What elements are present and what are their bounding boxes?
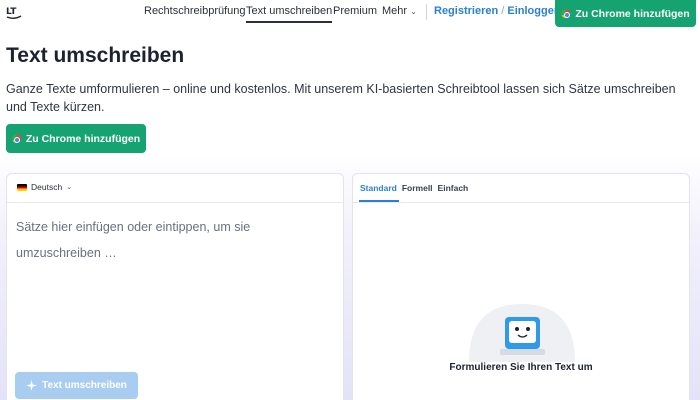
top-navigation: LT Rechtschreibprüfung Text umschreiben … — [0, 0, 700, 27]
page-title: Text umschreiben — [6, 44, 185, 67]
style-tabs: Standard Formell Einfach — [360, 183, 468, 193]
nav-item-mehr-label: Mehr — [382, 5, 408, 17]
add-to-chrome-header-label: Zu Chrome hinzufügen — [575, 7, 690, 20]
nav-item-rechtschreibpruefung[interactable]: Rechtschreibprüfung — [144, 5, 246, 17]
german-flag-icon — [17, 183, 27, 191]
tab-formell[interactable]: Formell — [402, 183, 433, 193]
tab-standard[interactable]: Standard — [360, 183, 397, 193]
nav-divider — [426, 4, 427, 20]
chrome-icon — [561, 9, 571, 18]
panel-divider — [353, 202, 689, 203]
login-link[interactable]: Einloggen — [507, 5, 560, 17]
nav-item-mehr[interactable]: Mehr ⌄ — [382, 5, 417, 17]
robot-illustration-icon — [469, 304, 575, 362]
add-to-chrome-label: Zu Chrome hinzufügen — [25, 132, 141, 145]
auth-separator: / — [501, 5, 505, 17]
add-to-chrome-header-button[interactable]: Zu Chrome hinzufügen — [555, 0, 696, 27]
register-link[interactable]: Registrieren — [434, 5, 498, 17]
nav-item-text-umschreiben[interactable]: Text umschreiben — [246, 5, 333, 23]
add-to-chrome-button[interactable]: Zu Chrome hinzufügen — [6, 124, 146, 153]
rewrite-text-button[interactable]: Text umschreiben — [15, 372, 138, 399]
language-label: Deutsch — [31, 182, 63, 192]
language-selector[interactable]: Deutsch ⌄ — [17, 182, 72, 192]
chevron-down-icon: ⌄ — [66, 184, 73, 191]
panel-divider — [7, 202, 343, 203]
rewrite-text-label: Text umschreiben — [42, 380, 127, 391]
text-input-area[interactable]: Sätze hier einfügen oder eintippen, um s… — [16, 214, 276, 266]
chrome-icon — [11, 134, 21, 143]
sparkle-icon — [26, 380, 38, 391]
chevron-down-icon: ⌄ — [410, 7, 417, 16]
nav-item-premium[interactable]: Premium — [333, 5, 377, 17]
svg-text:LT: LT — [6, 7, 17, 17]
auth-links: Registrieren / Einloggen — [434, 5, 561, 17]
empty-state-title: Formulieren Sie Ihren Text um — [449, 362, 593, 373]
result-panel: Standard Formell Einfach Formulieren Sie… — [352, 173, 690, 400]
page-intro: Ganze Texte umformulieren – online und k… — [6, 82, 676, 114]
languagetool-logo-icon[interactable]: LT — [6, 5, 22, 19]
input-panel: Deutsch ⌄ Sätze hier einfügen oder einti… — [6, 173, 344, 400]
tab-einfach[interactable]: Einfach — [438, 183, 469, 193]
